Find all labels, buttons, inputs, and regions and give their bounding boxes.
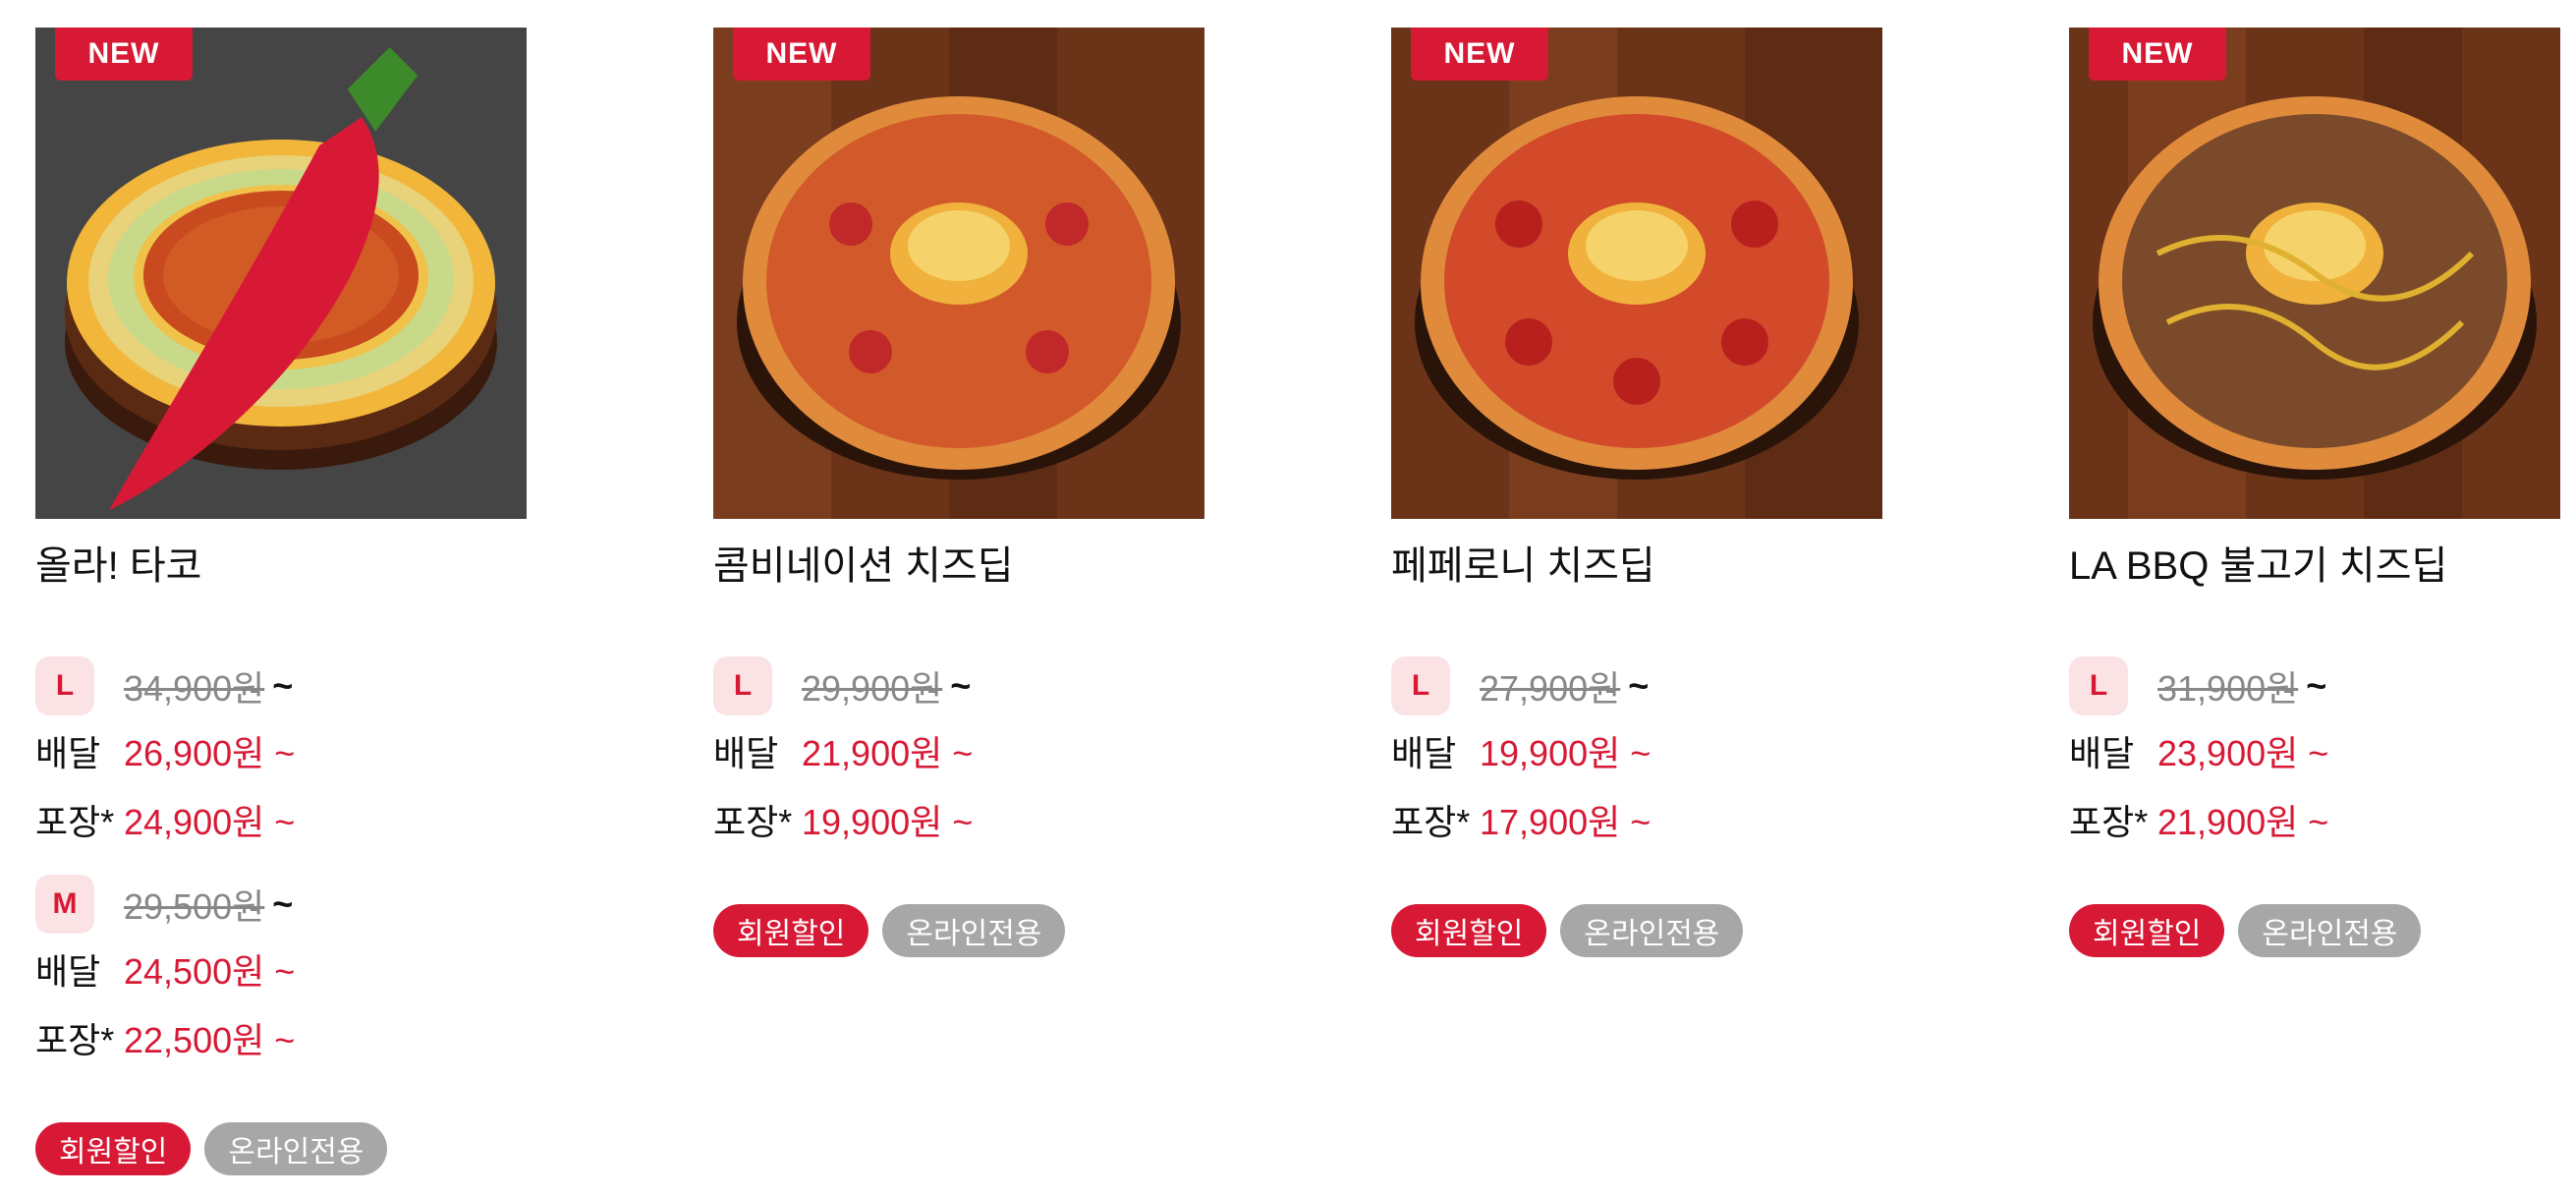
price-list: L 27,900원 ~ 배달 19,900원 ~ 포장* 17,900원 ~ [1391, 656, 1882, 877]
size-block-l: L 34,900원 ~ 배달 26,900원 ~ 포장* 24,900원 ~ [35, 656, 527, 877]
tag-list: 회원할인 온라인전용 [35, 1122, 388, 1175]
product-image-ola-taco[interactable]: NEW [35, 28, 527, 519]
price-list: L 31,900원 ~ 배달 23,900원 ~ 포장* 21,900원 ~ [2069, 656, 2560, 877]
size-badge: M [35, 875, 94, 934]
size-block-m: M 29,500원 ~ 배달 24,500원 ~ 포장* 22,500원 ~ [35, 875, 527, 1095]
new-badge: NEW [2089, 28, 2226, 81]
delivery-price: 19,900원 ~ [1480, 733, 1652, 773]
product-name[interactable]: 페페로니 치즈딥 [1391, 539, 1655, 594]
online-only-tag[interactable]: 온라인전용 [204, 1122, 388, 1175]
size-badge: L [35, 656, 94, 715]
size-block-l: L 29,900원 ~ 배달 21,900원 ~ 포장* 19,900원 ~ [713, 656, 1204, 877]
chili-pepper-icon [108, 47, 419, 511]
pickup-row: 포장* 22,500원 ~ [35, 1010, 295, 1065]
tag-list: 회원할인 온라인전용 [713, 904, 1066, 957]
size-badge: L [2069, 656, 2128, 715]
size-row: L 34,900원 ~ [35, 656, 294, 715]
delivery-label: 배달 [35, 951, 101, 992]
original-price: 27,900원 [1480, 668, 1621, 709]
size-row: M 29,500원 ~ [35, 875, 294, 934]
pizza-image [1391, 28, 1882, 519]
size-badge: L [1391, 656, 1450, 715]
tilde: ~ [950, 665, 972, 706]
tilde: ~ [272, 884, 294, 924]
delivery-row: 배달 19,900원 ~ [1391, 723, 1651, 778]
delivery-price: 21,900원 ~ [802, 733, 974, 773]
member-discount-tag[interactable]: 회원할인 [713, 904, 869, 957]
new-badge: NEW [733, 28, 870, 81]
size-row: L 31,900원 ~ [2069, 656, 2327, 715]
price-list: L 34,900원 ~ 배달 26,900원 ~ 포장* 24,900원 ~ M… [35, 656, 527, 1095]
tilde: ~ [1628, 665, 1650, 706]
delivery-price: 23,900원 ~ [2157, 733, 2329, 773]
online-only-tag[interactable]: 온라인전용 [1560, 904, 1744, 957]
pickup-label: 포장* [35, 802, 115, 842]
product-image-la-bbq[interactable]: NEW [2069, 28, 2560, 519]
new-badge: NEW [1411, 28, 1548, 81]
price-list: L 29,900원 ~ 배달 21,900원 ~ 포장* 19,900원 ~ [713, 656, 1204, 877]
online-only-tag[interactable]: 온라인전용 [882, 904, 1066, 957]
member-discount-tag[interactable]: 회원할인 [35, 1122, 192, 1175]
product-name[interactable]: 올라! 타코 [35, 539, 201, 594]
member-discount-tag[interactable]: 회원할인 [1391, 904, 1547, 957]
delivery-price: 26,900원 ~ [124, 733, 296, 773]
pickup-price: 17,900원 ~ [1480, 802, 1652, 842]
delivery-row: 배달 24,500원 ~ [35, 941, 295, 997]
delivery-label: 배달 [35, 733, 101, 773]
product-name[interactable]: LA BBQ 불고기 치즈딥 [2069, 539, 2447, 594]
tag-list: 회원할인 온라인전용 [2069, 904, 2422, 957]
delivery-row: 배달 26,900원 ~ [35, 723, 295, 778]
online-only-tag[interactable]: 온라인전용 [2238, 904, 2422, 957]
tag-list: 회원할인 온라인전용 [1391, 904, 1744, 957]
pickup-label: 포장* [2069, 802, 2149, 842]
pickup-row: 포장* 19,900원 ~ [713, 792, 973, 847]
pickup-price: 24,900원 ~ [124, 802, 296, 842]
product-image-pepperoni[interactable]: NEW [1391, 28, 1882, 519]
pickup-price: 19,900원 ~ [802, 802, 974, 842]
delivery-label: 배달 [713, 733, 779, 773]
original-price: 29,500원 [124, 886, 265, 927]
pickup-label: 포장* [35, 1020, 115, 1060]
size-badge: L [713, 656, 772, 715]
pickup-price: 22,500원 ~ [124, 1020, 296, 1060]
delivery-label: 배달 [2069, 733, 2135, 773]
product-name[interactable]: 콤비네이션 치즈딥 [713, 539, 1014, 594]
size-row: L 29,900원 ~ [713, 656, 972, 715]
pickup-row: 포장* 17,900원 ~ [1391, 792, 1651, 847]
pizza-image [2069, 28, 2560, 519]
delivery-label: 배달 [1391, 733, 1457, 773]
size-block-l: L 31,900원 ~ 배달 23,900원 ~ 포장* 21,900원 ~ [2069, 656, 2560, 877]
product-image-combination[interactable]: NEW [713, 28, 1204, 519]
tilde: ~ [2306, 665, 2327, 706]
pickup-price: 21,900원 ~ [2157, 802, 2329, 842]
original-price: 29,900원 [802, 668, 943, 709]
delivery-price: 24,500원 ~ [124, 951, 296, 992]
tilde: ~ [272, 665, 294, 706]
size-row: L 27,900원 ~ [1391, 656, 1650, 715]
original-price: 34,900원 [124, 668, 265, 709]
pickup-label: 포장* [1391, 802, 1471, 842]
pizza-image [713, 28, 1204, 519]
delivery-row: 배달 21,900원 ~ [713, 723, 973, 778]
pickup-row: 포장* 21,900원 ~ [2069, 792, 2328, 847]
pickup-label: 포장* [713, 802, 793, 842]
member-discount-tag[interactable]: 회원할인 [2069, 904, 2225, 957]
size-block-l: L 27,900원 ~ 배달 19,900원 ~ 포장* 17,900원 ~ [1391, 656, 1882, 877]
product-grid: NEW 올라! 타코 L 34,900원 ~ 배달 26,900원 ~ 포장* [0, 0, 2576, 1197]
pickup-row: 포장* 24,900원 ~ [35, 792, 295, 847]
original-price: 31,900원 [2157, 668, 2299, 709]
delivery-row: 배달 23,900원 ~ [2069, 723, 2328, 778]
